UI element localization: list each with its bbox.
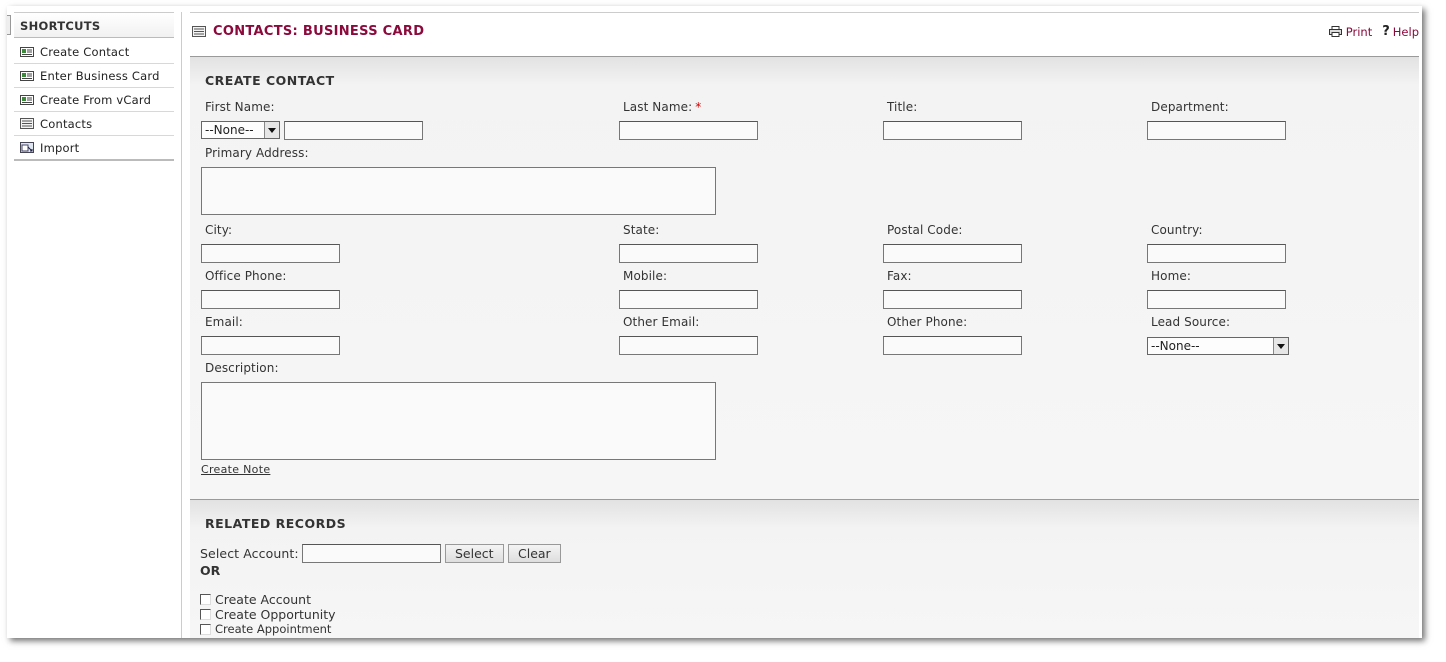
description-textarea[interactable] <box>201 382 716 460</box>
sidebar-item-import[interactable]: Import <box>14 136 174 161</box>
create-note-link[interactable]: Create Note <box>201 463 270 476</box>
email-label: Email: <box>205 315 243 329</box>
other-phone-input[interactable] <box>883 336 1022 355</box>
shortcuts-list: Create Contact Enter Business Card Creat… <box>14 40 174 161</box>
create-appointment-checkbox[interactable] <box>200 623 211 635</box>
fax-label: Fax: <box>887 269 912 283</box>
sidebar-item-label: Create Contact <box>40 44 130 59</box>
help-label: Help <box>1392 24 1419 39</box>
select-account-button[interactable]: Select <box>445 544 504 563</box>
create-account-label: Create Account <box>215 592 311 607</box>
section-title: RELATED RECORDS <box>205 516 347 531</box>
account-input[interactable] <box>302 544 441 563</box>
fax-input[interactable] <box>883 290 1022 309</box>
sidebar-item-enter-business-card[interactable]: Enter Business Card <box>14 64 174 88</box>
title-input[interactable] <box>883 121 1022 140</box>
primary-address-textarea[interactable] <box>201 167 716 215</box>
other-email-label: Other Email: <box>623 315 700 329</box>
create-contact-panel: CREATE CONTACT First Name: --None-- Last… <box>190 56 1419 502</box>
state-input[interactable] <box>619 244 758 263</box>
sidebar: SHORTCUTS Create Contact Enter Business … <box>7 6 181 638</box>
main-content: CONTACTS: BUSINESS CARD Print ? Help CRE… <box>190 12 1419 638</box>
postal-code-label: Postal Code: <box>887 223 963 237</box>
create-account-option[interactable]: Create Account <box>200 592 311 607</box>
required-marker: * <box>695 100 702 114</box>
other-email-input[interactable] <box>619 336 758 355</box>
print-label: Print <box>1345 24 1373 39</box>
list-icon <box>20 118 34 129</box>
select-account-label: Select Account: <box>200 546 299 561</box>
sidebar-title: SHORTCUTS <box>14 12 174 38</box>
first-name-input[interactable] <box>284 121 423 140</box>
country-label: Country: <box>1151 223 1203 237</box>
or-label: OR <box>200 563 221 578</box>
lead-source-value: --None-- <box>1151 339 1200 353</box>
page-title: CONTACTS: BUSINESS CARD <box>213 24 425 39</box>
email-input[interactable] <box>201 336 340 355</box>
department-label: Department: <box>1151 100 1229 114</box>
create-opportunity-option[interactable]: Create Opportunity <box>200 607 336 622</box>
sidebar-item-create-contact[interactable]: Create Contact <box>14 40 174 64</box>
sidebar-item-label: Create From vCard <box>40 92 152 107</box>
sidebar-divider <box>181 12 182 638</box>
mobile-input[interactable] <box>619 290 758 309</box>
related-records-panel: RELATED RECORDS Select Account: Select C… <box>190 499 1419 638</box>
city-label: City: <box>205 223 233 237</box>
clear-account-button[interactable]: Clear <box>508 544 561 563</box>
contact-card-icon <box>20 71 34 81</box>
sidebar-item-label: Import <box>40 140 80 155</box>
lead-source-select[interactable]: --None-- <box>1147 337 1289 355</box>
other-phone-label: Other Phone: <box>887 315 968 329</box>
home-input[interactable] <box>1147 290 1286 309</box>
office-phone-input[interactable] <box>201 290 340 309</box>
description-label: Description: <box>205 361 279 375</box>
first-name-label: First Name: <box>205 100 275 114</box>
sidebar-item-label: Enter Business Card <box>40 68 160 83</box>
create-account-checkbox[interactable] <box>200 594 211 605</box>
salutation-select[interactable]: --None-- <box>201 121 280 139</box>
salutation-value: --None-- <box>205 123 254 137</box>
last-name-label: Last Name: * <box>623 100 702 114</box>
chevron-down-icon <box>264 122 279 138</box>
contact-card-icon <box>20 95 34 105</box>
sidebar-item-label: Contacts <box>40 116 93 131</box>
create-appointment-option[interactable]: Create Appointment <box>200 622 331 636</box>
sidebar-item-contacts[interactable]: Contacts <box>14 112 174 136</box>
chevron-down-icon <box>1273 338 1288 354</box>
help-button[interactable]: ? Help <box>1382 24 1419 39</box>
department-input[interactable] <box>1147 121 1286 140</box>
print-button[interactable]: Print <box>1328 24 1373 39</box>
create-opportunity-label: Create Opportunity <box>215 607 336 622</box>
country-input[interactable] <box>1147 244 1286 263</box>
help-icon: ? <box>1382 24 1390 39</box>
lead-source-label: Lead Source: <box>1151 315 1231 329</box>
printer-icon <box>1328 26 1342 37</box>
header-actions: Print ? Help <box>1319 24 1419 39</box>
postal-code-input[interactable] <box>883 244 1022 263</box>
mobile-label: Mobile: <box>623 269 668 283</box>
city-input[interactable] <box>201 244 340 263</box>
app-window: SHORTCUTS Create Contact Enter Business … <box>7 6 1422 638</box>
office-phone-label: Office Phone: <box>205 269 287 283</box>
import-icon <box>20 142 34 153</box>
list-icon <box>192 26 206 37</box>
primary-address-label: Primary Address: <box>205 146 309 160</box>
sidebar-collapse-tab[interactable] <box>7 15 11 35</box>
section-title: CREATE CONTACT <box>205 73 335 88</box>
contact-card-icon <box>20 47 34 57</box>
title-label: Title: <box>887 100 918 114</box>
create-opportunity-checkbox[interactable] <box>200 609 211 620</box>
sidebar-item-create-from-vcard[interactable]: Create From vCard <box>14 88 174 112</box>
page-header: CONTACTS: BUSINESS CARD Print ? Help <box>190 13 1419 50</box>
last-name-input[interactable] <box>619 121 758 140</box>
state-label: State: <box>623 223 660 237</box>
home-label: Home: <box>1151 269 1191 283</box>
create-appointment-label: Create Appointment <box>215 622 332 636</box>
